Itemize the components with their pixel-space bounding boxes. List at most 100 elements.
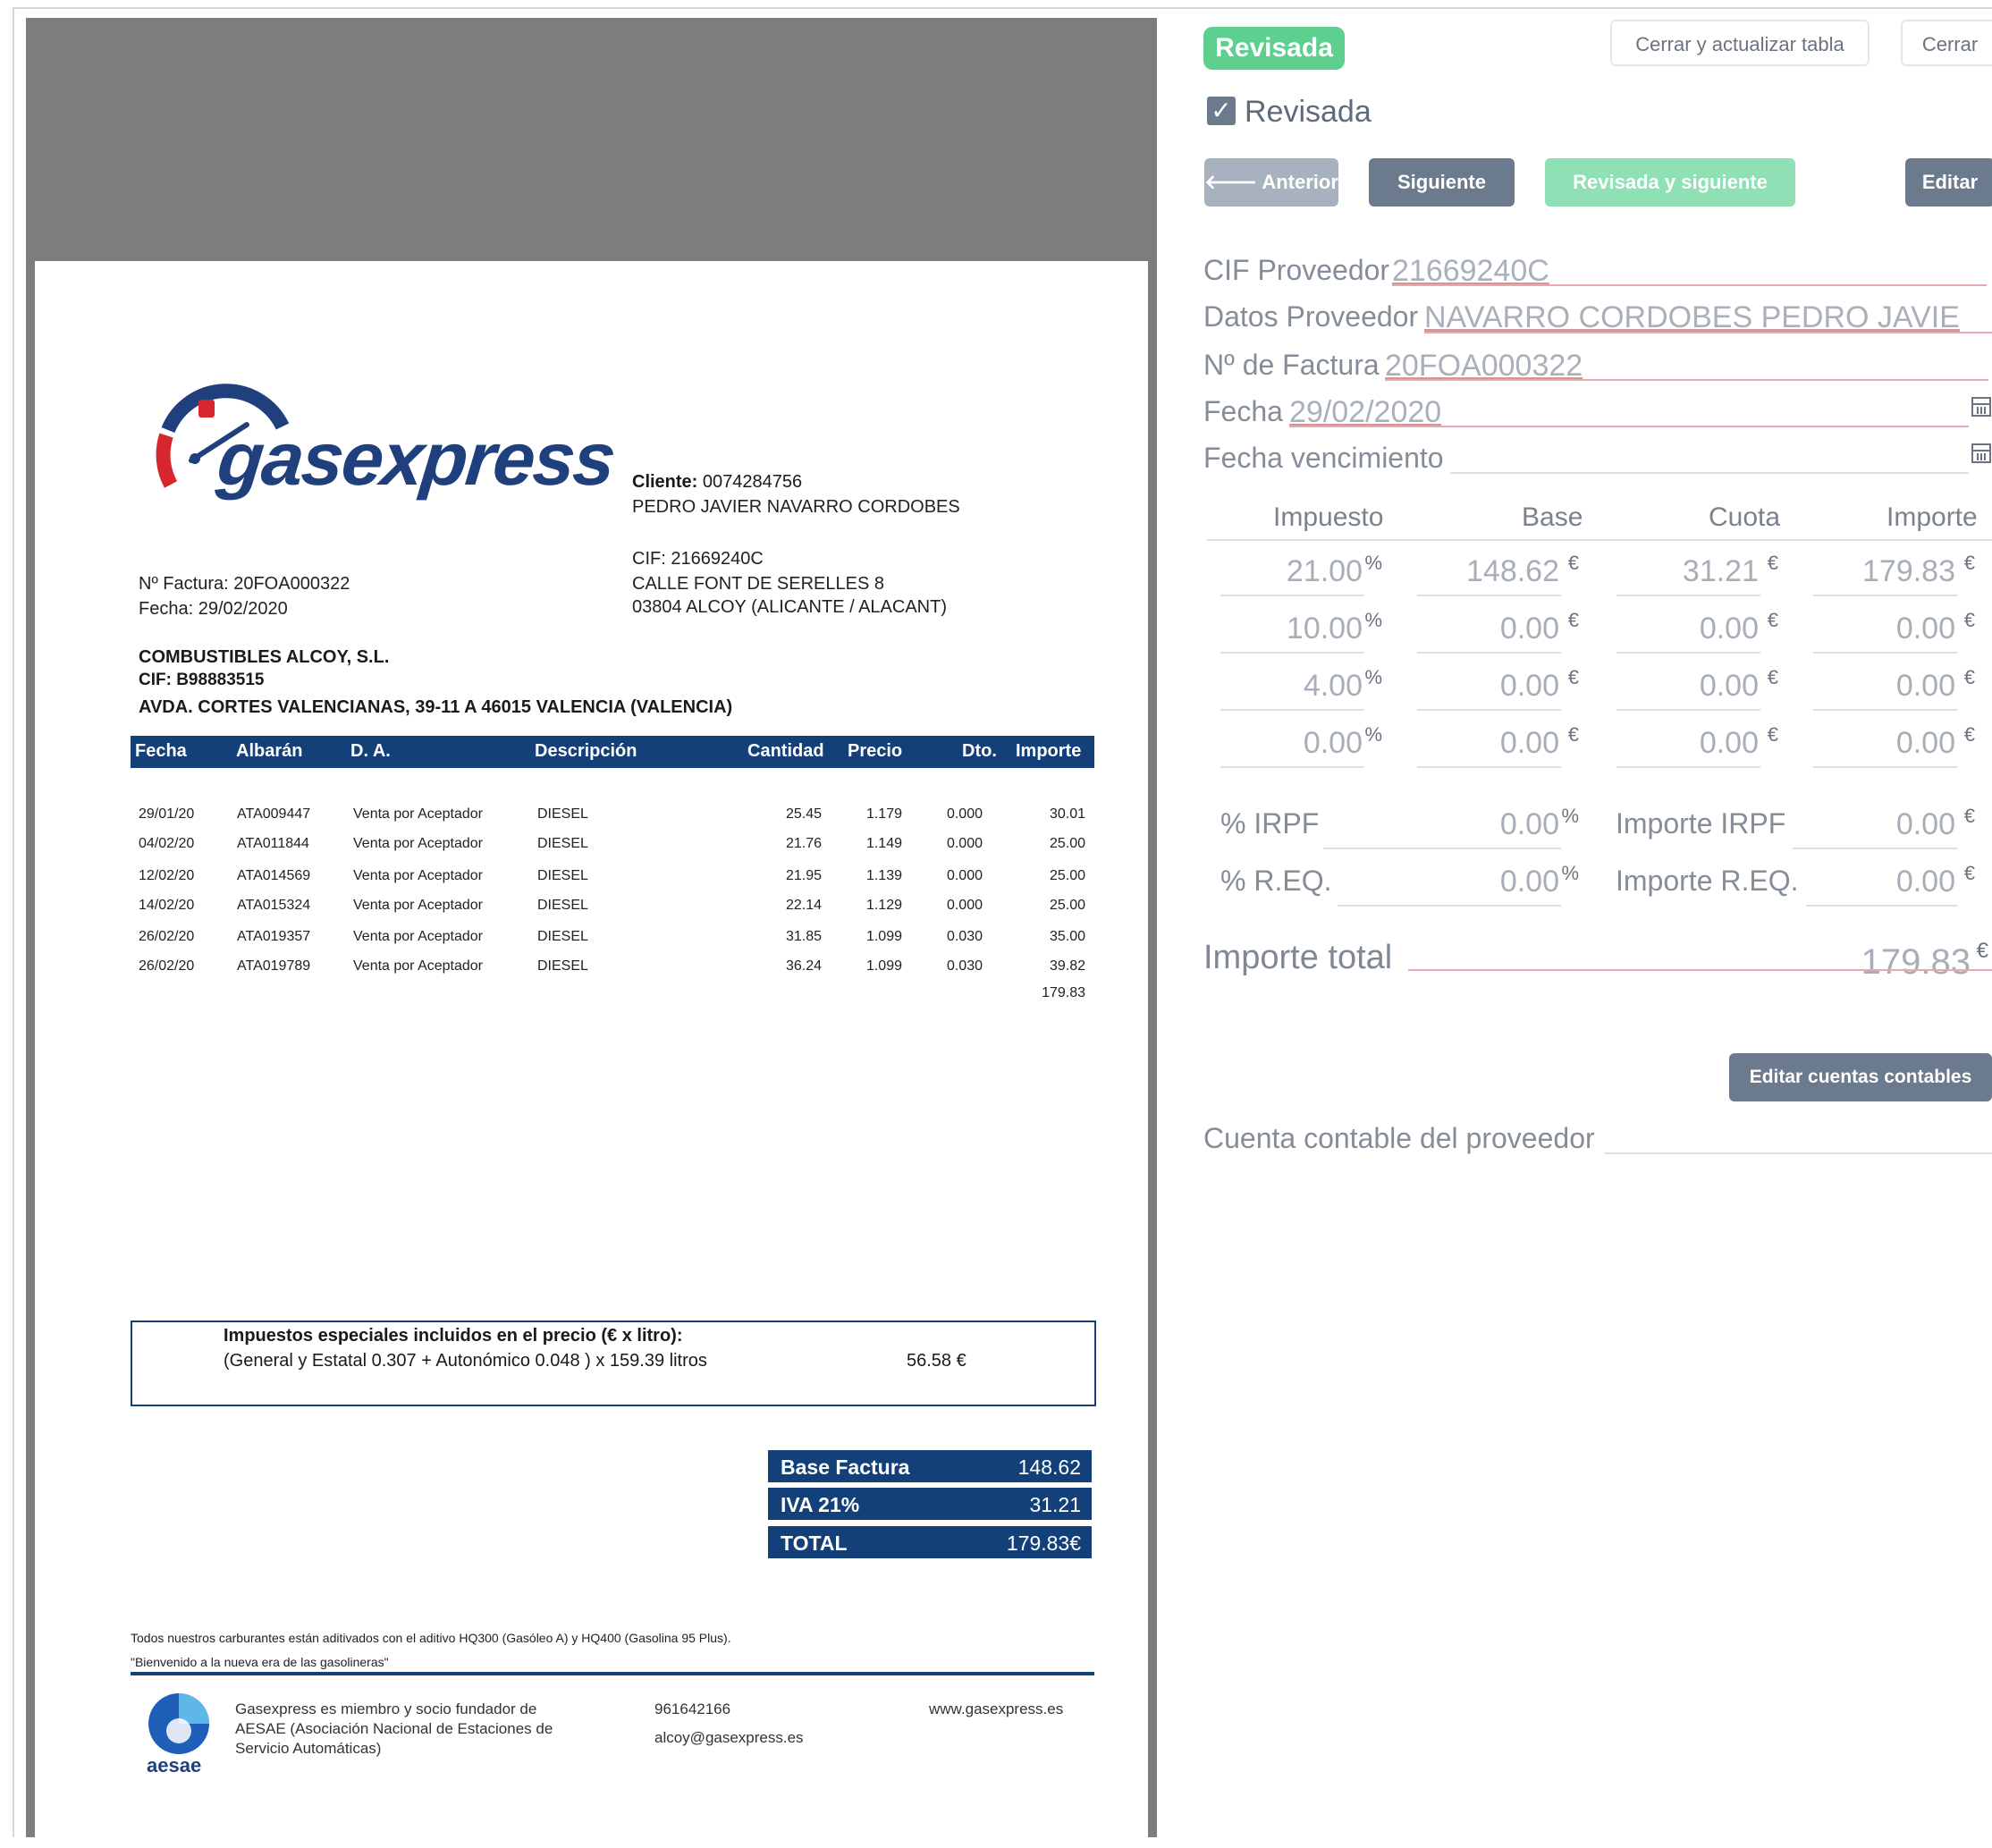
req-input[interactable]: 0.00%	[1338, 860, 1583, 907]
tax-rate-input[interactable]: 0.00%	[1220, 721, 1386, 768]
cell-underline	[1220, 595, 1364, 596]
tax-base-input[interactable]: 0.00 €	[1417, 721, 1583, 768]
cell-albaran: ATA014569	[237, 868, 311, 883]
aesae-wordmark: aesae	[147, 1754, 202, 1776]
cell-dto: 0.030	[946, 929, 983, 944]
status-badge: Revisada	[1203, 27, 1345, 70]
tax-cuota-value: 31.21	[1682, 554, 1759, 588]
tax-cuota-input[interactable]: 0.00 €	[1616, 664, 1782, 711]
importe-total-value: 179.83	[1861, 942, 1971, 982]
importe-total-input[interactable]: 179.83 €	[1408, 939, 1992, 992]
company-address: AVDA. CORTES VALENCIANAS, 39-11 A 46015 …	[139, 697, 733, 717]
client-label: Cliente:	[632, 472, 698, 492]
aesae-emblem-icon	[148, 1693, 209, 1754]
document-viewer[interactable]: gasexpress Cliente: 0074284756 PEDRO JAV…	[26, 18, 1157, 1848]
cell-underline	[1813, 766, 1957, 768]
cell-underline	[1338, 905, 1561, 907]
cell-cantidad: 22.14	[785, 898, 822, 913]
edit-button[interactable]: Editar	[1905, 158, 1992, 207]
datos-proveedor-input[interactable]: NAVARRO CORDOBES PEDRO JAVIE	[1424, 300, 1960, 335]
tax-base-input[interactable]: 148.62 €	[1417, 550, 1583, 596]
gasexpress-logo: gasexpress	[148, 373, 618, 511]
special-taxes-title: Impuestos especiales incluidos en el pre…	[224, 1326, 683, 1346]
close-and-refresh-button[interactable]: Cerrar y actualizar tabla	[1610, 20, 1870, 66]
total-label: TOTAL	[781, 1532, 848, 1555]
importe-irpf-label: Importe IRPF	[1616, 807, 1786, 840]
reviewed-and-next-button[interactable]: Revisada y siguiente 🡒	[1545, 158, 1795, 241]
reviewed-checkbox-label[interactable]: Revisada	[1245, 95, 1372, 130]
cell-albaran: ATA011844	[237, 836, 309, 851]
cell-underline	[1417, 766, 1561, 768]
tax-importe-input[interactable]: 0.00 €	[1813, 721, 1979, 768]
irpf-value: 0.00	[1499, 807, 1559, 841]
cell-dto: 0.000	[946, 806, 983, 822]
tax-cuota-value: 0.00	[1699, 669, 1759, 703]
tax-rate-input[interactable]: 4.00%	[1220, 664, 1386, 711]
close-button[interactable]: Cerrar	[1901, 20, 1992, 66]
cell-underline	[1417, 595, 1561, 596]
next-button[interactable]: Siguiente 🡒	[1369, 158, 1515, 241]
percent-unit: %	[1364, 666, 1382, 688]
euro-unit: €	[1963, 552, 1975, 574]
cell-descripcion: DIESEL	[537, 898, 588, 913]
percent-unit: %	[1364, 609, 1382, 631]
tax-base-input[interactable]: 0.00 €	[1417, 664, 1583, 711]
cell-descripcion: DIESEL	[537, 958, 588, 974]
cell-importe: 25.00	[1049, 898, 1085, 913]
tax-importe-input[interactable]: 179.83 €	[1813, 550, 1979, 596]
tax-rate-input[interactable]: 21.00%	[1220, 550, 1386, 596]
cif-proveedor-label: CIF Proveedor	[1203, 254, 1390, 286]
euro-unit: €	[1963, 666, 1975, 688]
tax-importe-input[interactable]: 0.00 €	[1813, 664, 1979, 711]
cell-da: Venta por Aceptador	[353, 898, 483, 913]
tax-importe-input[interactable]: 0.00 €	[1813, 607, 1979, 654]
footer-phone: 961642166	[654, 1700, 731, 1717]
table-row: 12/02/20 ATA014569 Venta por Aceptador D…	[35, 868, 1148, 895]
previous-button[interactable]: 🡐 Anterior	[1204, 158, 1338, 207]
col-importe: Importe	[1016, 741, 1082, 761]
cell-da: Venta por Aceptador	[353, 806, 483, 822]
calendar-icon[interactable]	[1971, 443, 1991, 463]
euro-unit: €	[1963, 862, 1975, 884]
cell-cantidad: 25.45	[785, 806, 822, 822]
fecha-vencimiento-underline	[1450, 472, 1969, 474]
importe-req-input[interactable]: 0.00 €	[1806, 860, 1979, 907]
checkbox-checked-icon[interactable]: ✓	[1207, 97, 1236, 125]
cell-underline	[1616, 709, 1760, 711]
irpf-input[interactable]: 0.00%	[1323, 803, 1583, 849]
client-address-line2: 03804 ALCOY (ALICANTE / ALACANT)	[632, 597, 948, 617]
cell-cantidad: 31.85	[785, 929, 822, 944]
cell-underline	[1793, 848, 1957, 849]
importe-total-label: Importe total	[1203, 939, 1393, 976]
tax-rate-input[interactable]: 10.00%	[1220, 607, 1386, 654]
cell-fecha: 14/02/20	[139, 898, 195, 913]
tax-rate-value: 21.00	[1286, 554, 1363, 588]
items-table-header: Fecha Albarán D. A. Descripción Cantidad…	[131, 736, 1094, 768]
req-label: % R.EQ.	[1220, 865, 1332, 897]
fecha-underline	[1289, 426, 1969, 427]
table-row: 04/02/20 ATA011844 Venta por Aceptador D…	[35, 836, 1148, 863]
cell-albaran: ATA009447	[237, 806, 311, 822]
cell-importe: 39.82	[1049, 958, 1085, 974]
tax-base-value: 0.00	[1499, 726, 1559, 760]
cell-da: Venta por Aceptador	[353, 929, 483, 944]
tax-cuota-input[interactable]: 0.00 €	[1616, 721, 1782, 768]
col-da: D. A.	[350, 741, 391, 761]
numero-factura-underline	[1385, 379, 1988, 381]
base-factura-label: Base Factura	[781, 1456, 910, 1479]
calendar-icon[interactable]	[1971, 397, 1991, 417]
importe-irpf-input[interactable]: 0.00 €	[1793, 803, 1979, 849]
invoice-date: Fecha: 29/02/2020	[139, 599, 288, 619]
tax-cuota-value: 0.00	[1699, 612, 1759, 646]
client-cif: CIF: 21669240C	[632, 549, 764, 569]
tax-base-input[interactable]: 0.00 €	[1417, 607, 1583, 654]
tax-cuota-input[interactable]: 0.00 €	[1616, 607, 1782, 654]
aesae-text-line2: AESAE (Asociación Nacional de Estaciones…	[235, 1720, 553, 1737]
tax-cuota-input[interactable]: 31.21 €	[1616, 550, 1782, 596]
edit-accounts-button[interactable]: Editar cuentas contables	[1729, 1053, 1992, 1101]
euro-unit: €	[1567, 666, 1579, 688]
cell-precio: 1.099	[865, 929, 902, 944]
footnote-additives: Todos nuestros carburantes están aditiva…	[131, 1631, 731, 1645]
special-taxes-amount: 56.58 €	[907, 1351, 966, 1371]
cell-underline	[1813, 652, 1957, 654]
